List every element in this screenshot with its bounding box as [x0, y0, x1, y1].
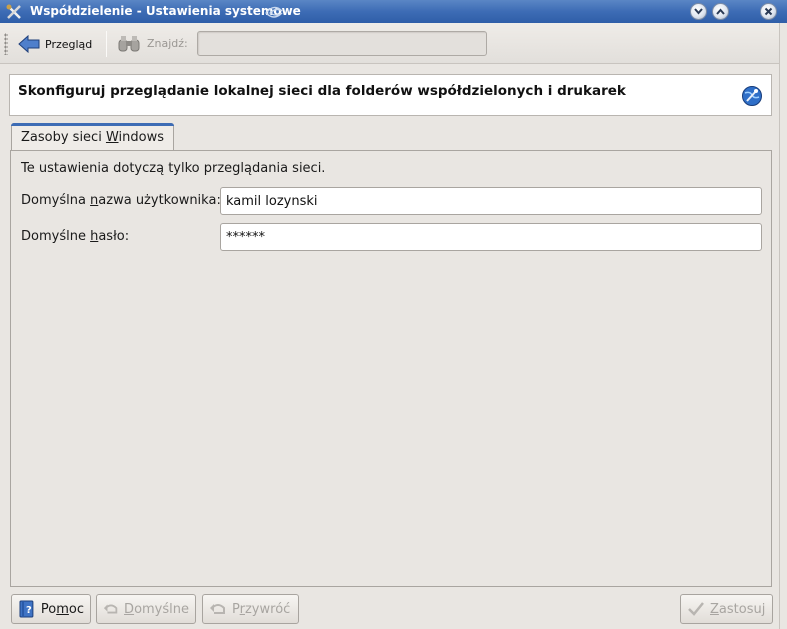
toolbar-separator — [106, 31, 107, 57]
module-header: Skonfiguruj przeglądanie lokalnej sieci … — [9, 74, 772, 116]
app-tools-icon[interactable] — [5, 3, 23, 21]
close-button[interactable] — [760, 3, 777, 20]
defaults-label: Domyślne — [124, 601, 189, 617]
find-input[interactable] — [197, 31, 487, 56]
minimize-button[interactable] — [690, 3, 707, 20]
kde-swirl-icon — [265, 6, 283, 18]
password-input[interactable] — [220, 223, 762, 251]
defaults-button[interactable]: Domyślne — [96, 594, 196, 624]
svg-text:?: ? — [26, 605, 32, 616]
reset-button[interactable]: Przywróć — [202, 594, 299, 624]
window-edge — [779, 23, 787, 629]
password-label: Domyślne hasło: — [21, 229, 130, 244]
reset-undo-icon — [210, 604, 225, 614]
defaults-undo-icon — [103, 604, 118, 614]
title-bar[interactable]: Współdzielenie - Ustawienia systemowe — [0, 0, 787, 23]
binoculars-icon — [118, 36, 140, 52]
module-heading: Skonfiguruj przeglądanie lokalnej sieci … — [18, 83, 626, 99]
maximize-button[interactable] — [712, 3, 729, 20]
help-button[interactable]: ? Pomoc — [11, 594, 91, 624]
username-label: Domyślna nazwa użytkownika: — [21, 193, 221, 208]
reset-label: Przywróć — [232, 601, 291, 617]
tab-windows-resources[interactable]: Zasoby sieci Windows — [11, 123, 174, 151]
username-input[interactable] — [220, 187, 762, 215]
tab-label: Zasoby sieci Windows — [21, 130, 164, 145]
help-label: Pomoc — [40, 601, 84, 617]
overview-back-button[interactable]: Przegląd — [18, 31, 92, 57]
maximize-icon — [716, 8, 725, 15]
apply-label: Zastosuj — [710, 601, 766, 617]
apply-checkmark-icon — [688, 602, 704, 616]
settings-window: Współdzielenie - Ustawienia systemowe Pr… — [0, 0, 787, 629]
help-book-icon: ? — [19, 600, 34, 618]
info-text: Te ustawienia dotyczą tylko przeglądania… — [21, 161, 326, 176]
find-label: Znajdź: — [147, 37, 188, 50]
apply-button[interactable]: Zastosuj — [680, 594, 773, 624]
close-icon — [764, 7, 773, 16]
overview-label: Przegląd — [45, 37, 93, 51]
toolbar: Przegląd Znajdź: — [0, 23, 787, 64]
window-title: Współdzielenie - Ustawienia systemowe — [30, 4, 301, 18]
back-arrow-icon — [18, 35, 40, 53]
network-globe-icon — [742, 86, 762, 106]
tab-panel: Te ustawienia dotyczą tylko przeglądania… — [10, 150, 772, 587]
minimize-icon — [694, 8, 703, 15]
toolbar-grip[interactable] — [4, 33, 8, 55]
